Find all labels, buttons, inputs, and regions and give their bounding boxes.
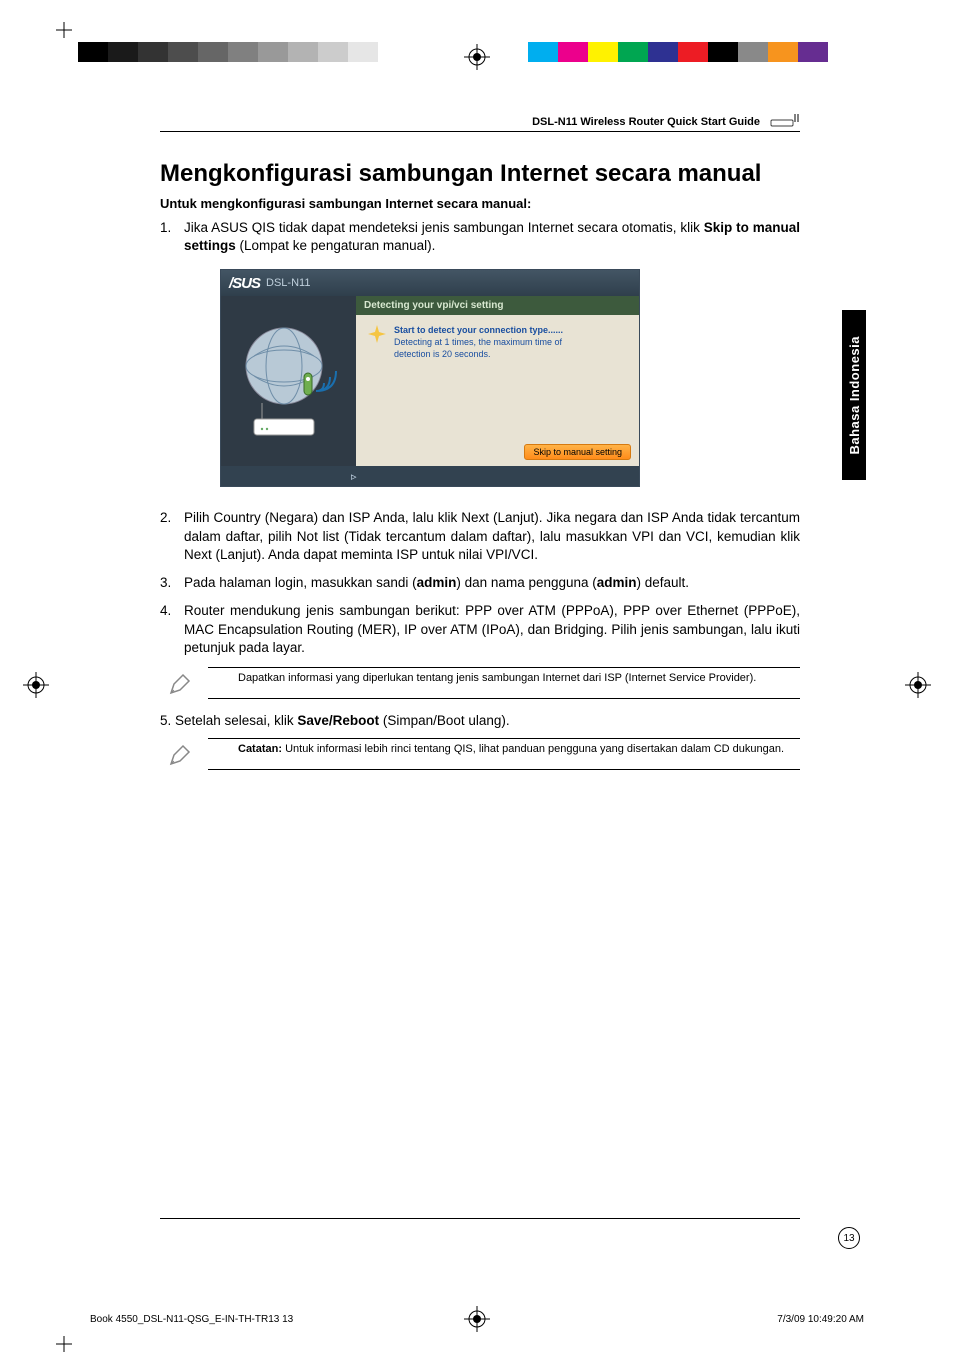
print-meta-line: Book 4550_DSL-N11-QSG_E-IN-TH-TR13 13 7/… <box>90 1314 864 1325</box>
grayscale-calibration-bar <box>78 42 378 62</box>
language-label: Bahasa Indonesia <box>847 336 862 455</box>
qis-screenshot: /SUS DSL-N11 <box>220 269 800 487</box>
sparkle-icon <box>368 325 386 343</box>
step-4: 4.Router mendukung jenis sambungan berik… <box>160 602 800 657</box>
page-footer-rule: 13 <box>160 1218 800 1244</box>
registration-mark-left <box>23 672 49 698</box>
detect-status-bar: Detecting your vpi/vci setting <box>356 296 639 315</box>
steps-list-cont: 2.Pilih Country (Negara) dan ISP Anda, l… <box>160 509 800 657</box>
running-title: DSL-N11 Wireless Router Quick Start Guid… <box>532 116 760 128</box>
detect-message: Start to detect your connection type....… <box>356 315 639 370</box>
cursor-icon: ▹ <box>351 470 357 483</box>
language-side-tab: Bahasa Indonesia <box>842 310 866 480</box>
screenshot-footer: ▹ <box>221 466 639 486</box>
meta-datetime: 7/3/09 10:49:20 AM <box>777 1314 864 1325</box>
registration-mark-top <box>464 44 490 70</box>
skip-to-manual-button[interactable]: Skip to manual setting <box>524 444 631 460</box>
asus-logo: /SUS <box>229 275 262 292</box>
running-header: DSL-N11 Wireless Router Quick Start Guid… <box>160 112 800 132</box>
step-3: 3.Pada halaman login, masukkan sandi (ad… <box>160 574 800 592</box>
pencil-icon <box>168 672 192 696</box>
note-isp-info: Dapatkan informasi yang diperlukan tenta… <box>208 667 800 699</box>
step-2: 2.Pilih Country (Negara) dan ISP Anda, l… <box>160 509 800 564</box>
screenshot-main-panel: Detecting your vpi/vci setting Start to … <box>356 296 639 466</box>
note-qis-manual: Catatan: Untuk informasi lebih rinci ten… <box>208 738 800 770</box>
page-number: 13 <box>838 1227 860 1249</box>
intro-subhead: Untuk mengkonfigurasi sambungan Internet… <box>160 196 800 211</box>
model-label: DSL-N11 <box>266 277 310 289</box>
meta-filename: Book 4550_DSL-N11-QSG_E-IN-TH-TR13 13 <box>90 1314 293 1325</box>
steps-list: 1. Jika ASUS QIS tidak dapat mendeteksi … <box>160 219 800 255</box>
crop-tick-bottom-left <box>56 1336 72 1352</box>
pencil-icon <box>168 743 192 767</box>
page-title: Mengkonfigurasi sambungan Internet secar… <box>160 160 800 188</box>
screenshot-header: /SUS DSL-N11 <box>221 270 639 296</box>
step-5: 5. Setelah selesai, klik Save/Reboot (Si… <box>160 713 800 728</box>
page-content: DSL-N11 Wireless Router Quick Start Guid… <box>160 112 800 784</box>
registration-mark-right <box>905 672 931 698</box>
router-icon <box>770 112 800 128</box>
step-number: 1. <box>160 219 184 255</box>
color-calibration-bar <box>528 42 828 62</box>
screenshot-illustration <box>221 296 356 466</box>
crop-tick-top-left <box>56 22 72 38</box>
step-1: 1. Jika ASUS QIS tidak dapat mendeteksi … <box>160 219 800 255</box>
